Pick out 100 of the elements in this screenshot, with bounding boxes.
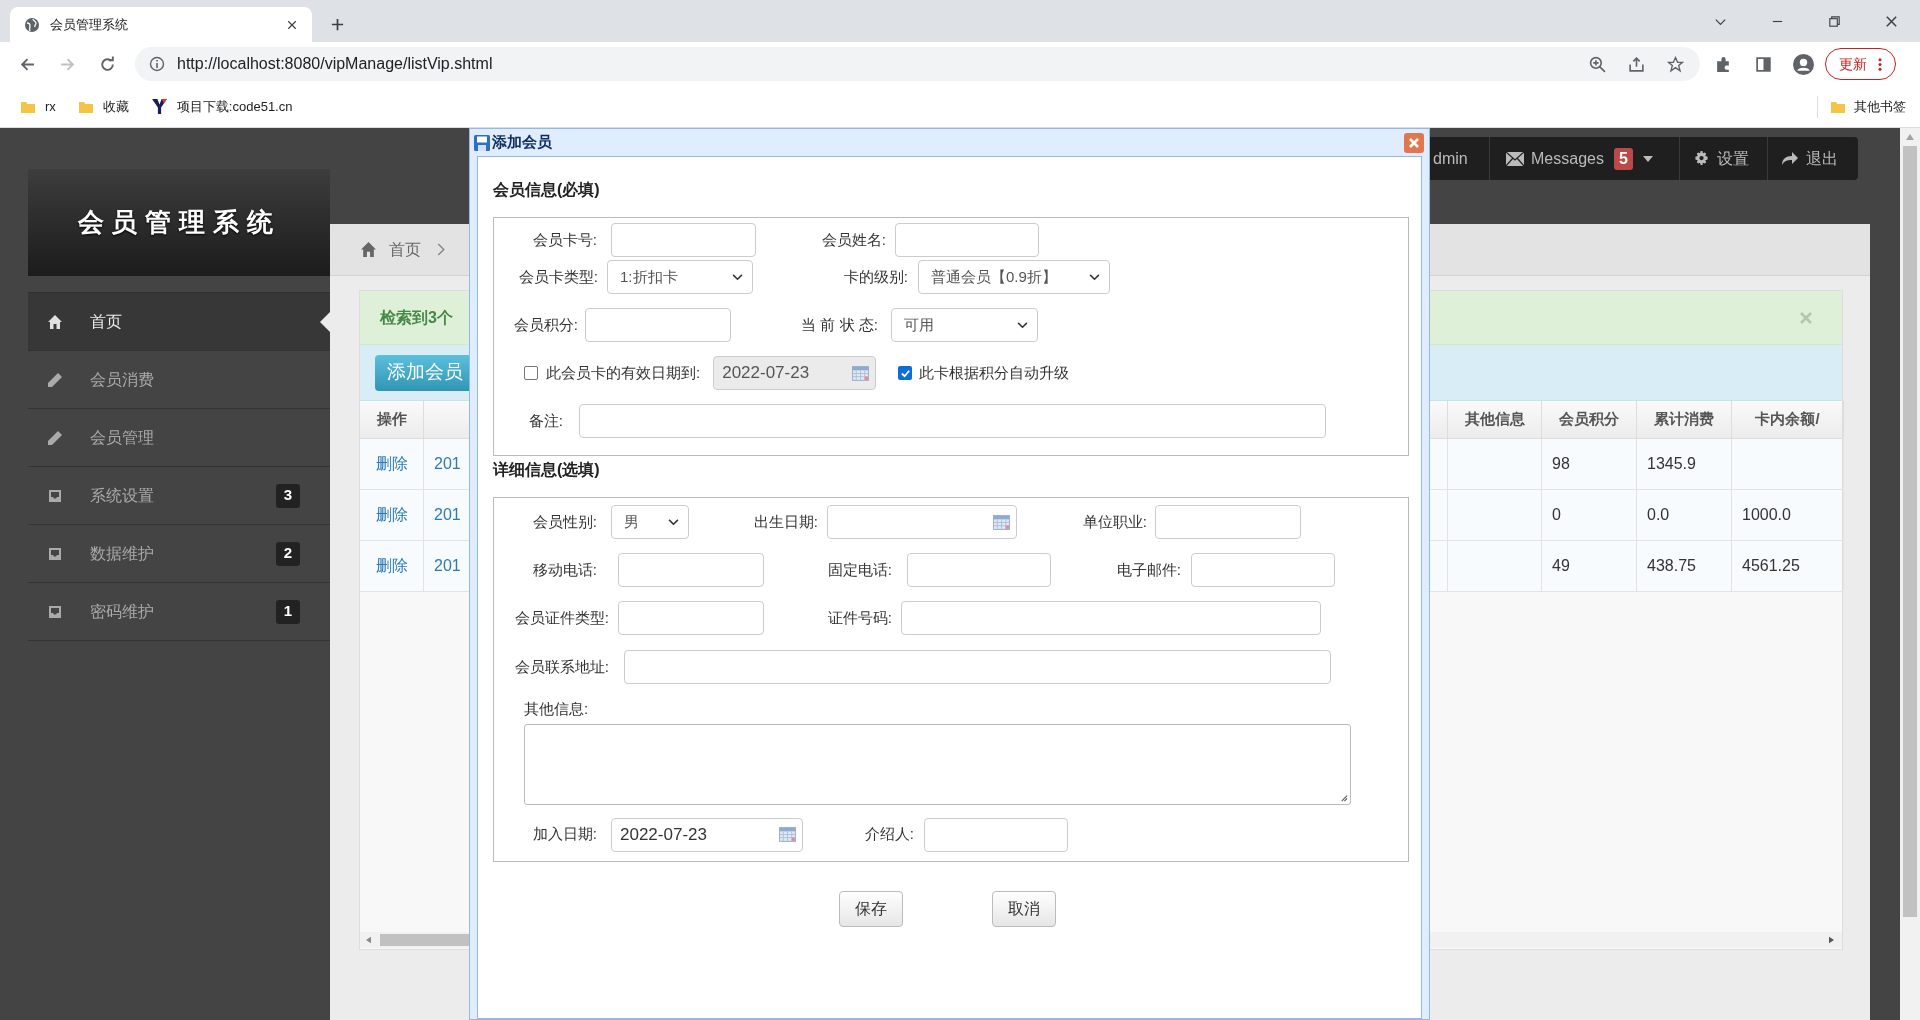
- field-label: 会员性别:: [531, 511, 597, 532]
- field-label: 此卡根据积分自动升级: [919, 362, 1070, 383]
- field-label: 固定电话:: [826, 559, 892, 580]
- text-input[interactable]: [1191, 553, 1335, 587]
- settings-link[interactable]: 设置: [1680, 137, 1768, 180]
- new-tab-icon[interactable]: [330, 17, 345, 32]
- text-input[interactable]: [618, 601, 764, 635]
- calendar-icon[interactable]: [779, 827, 796, 842]
- resize-grip-icon[interactable]: [1339, 792, 1348, 802]
- zoom-icon[interactable]: [1589, 55, 1606, 73]
- text-input[interactable]: [624, 650, 1331, 684]
- chevron-down-icon: [668, 518, 679, 526]
- section-title: 会员信息(必填): [493, 180, 601, 200]
- scroll-up-icon[interactable]: [1906, 134, 1914, 140]
- dropdown[interactable]: 可用: [891, 308, 1038, 342]
- globe-icon: [24, 16, 40, 33]
- calendar-icon[interactable]: [993, 514, 1010, 530]
- chevron-down-icon: [1017, 321, 1028, 329]
- text-input[interactable]: [924, 817, 1068, 852]
- table-cell: 98: [1542, 439, 1637, 489]
- field-label: 出生日期:: [752, 511, 818, 532]
- field-label: 电子邮件:: [1115, 559, 1181, 580]
- field-label: 卡的级别:: [842, 266, 908, 287]
- field-label: 移动电话:: [531, 559, 597, 580]
- arrow-icon: [1782, 151, 1798, 166]
- field-label: 证件号码:: [826, 607, 892, 628]
- field-label: 会员卡号:: [531, 229, 597, 250]
- chevron-icon: [437, 243, 445, 256]
- dialog-title: 添加会员: [492, 132, 552, 153]
- checkbox[interactable]: [524, 366, 538, 380]
- field-label: 会员联系地址:: [513, 656, 609, 677]
- reload-icon[interactable]: [98, 55, 116, 73]
- text-input[interactable]: [585, 308, 731, 342]
- table-cell: 0: [1542, 490, 1637, 540]
- field-label: 会员姓名:: [820, 229, 886, 250]
- column-header: 累计消费: [1637, 401, 1732, 438]
- field-label: 加入日期:: [531, 824, 597, 845]
- settings-icon: [1694, 151, 1709, 166]
- text-input[interactable]: [895, 223, 1039, 257]
- text-input[interactable]: [618, 553, 764, 587]
- caret-icon: [1642, 155, 1653, 162]
- date-input[interactable]: [827, 505, 1017, 539]
- dropdown[interactable]: 1:折扣卡: [607, 260, 753, 294]
- checkbox[interactable]: [898, 366, 913, 380]
- dialog-button[interactable]: 保存: [839, 890, 903, 927]
- delete-link[interactable]: 删除: [360, 490, 424, 540]
- restore-icon[interactable]: [1827, 13, 1842, 29]
- dropdown[interactable]: 普通会员【0.9折】: [918, 260, 1110, 294]
- chevron-down-icon: [1089, 273, 1100, 281]
- breadcrumb-link[interactable]: 首页: [389, 237, 421, 262]
- text-input[interactable]: [1155, 505, 1301, 539]
- bookmark-star-icon[interactable]: [1667, 55, 1684, 73]
- home-icon: [47, 313, 63, 330]
- field-label: 会员积分:: [512, 314, 578, 335]
- bookmark-item[interactable]: 其他书签: [1817, 95, 1906, 118]
- side-panel-icon[interactable]: [1755, 55, 1772, 73]
- chevron-down-icon: [732, 273, 743, 281]
- column-header: 操作: [360, 401, 424, 438]
- text-input[interactable]: [901, 601, 1321, 635]
- close-icon[interactable]: [1884, 13, 1899, 29]
- field-label: 备注:: [527, 410, 563, 431]
- logout-link[interactable]: 退出: [1768, 137, 1858, 180]
- info-icon[interactable]: [149, 56, 165, 72]
- field-label: 介绍人:: [863, 824, 914, 845]
- dropdown[interactable]: 男: [611, 505, 689, 539]
- scroll-thumb[interactable]: [1903, 146, 1917, 917]
- extensions-icon[interactable]: [1715, 55, 1732, 73]
- alert-text: 检索到3个: [380, 307, 453, 328]
- browser-tab[interactable]: 会员管理系统: [10, 7, 312, 42]
- delete-link[interactable]: 删除: [360, 439, 424, 489]
- vertical-scrollbar[interactable]: [1900, 128, 1920, 1020]
- close-icon[interactable]: [286, 18, 298, 31]
- pencil-icon: [47, 429, 63, 446]
- delete-link[interactable]: 删除: [360, 541, 424, 591]
- table-cell: 49: [1542, 541, 1637, 591]
- column-header: 会员积分: [1542, 401, 1637, 438]
- messages-menu[interactable]: Messages 5: [1490, 137, 1680, 180]
- sidebar-item[interactable]: 首页: [28, 293, 330, 351]
- table-cell: 1000.0: [1732, 490, 1844, 540]
- scroll-right-icon[interactable]: [1829, 936, 1834, 944]
- count-badge: 2: [276, 541, 300, 566]
- date-input[interactable]: 2022-07-23: [611, 817, 803, 852]
- section-title: 详细信息(选填): [493, 460, 601, 480]
- field-label: 此会员卡的有效日期到:: [546, 362, 701, 383]
- field-label: 其他信息:: [524, 699, 589, 719]
- field-label: 单位职业:: [1081, 511, 1147, 532]
- text-input[interactable]: [611, 223, 756, 257]
- bookmark-item[interactable]: 项目下载:code51.cn: [150, 92, 293, 121]
- share-icon[interactable]: [1628, 55, 1645, 73]
- count-badge: 3: [276, 483, 300, 508]
- text-input[interactable]: [579, 404, 1326, 438]
- app-title: 会员管理系统: [77, 206, 281, 239]
- profile-icon[interactable]: [1793, 53, 1814, 75]
- bookmark-item[interactable]: rx: [20, 92, 56, 121]
- text-input[interactable]: [907, 553, 1051, 587]
- dialog-button[interactable]: 取消: [992, 890, 1056, 927]
- bookmark-item[interactable]: 收藏: [77, 92, 129, 121]
- address-bar[interactable]: http://localhost:8080/vipManage/listVip.shtml: [135, 47, 1700, 81]
- more-icon[interactable]: [1878, 56, 1882, 72]
- scroll-left-icon[interactable]: [366, 936, 371, 944]
